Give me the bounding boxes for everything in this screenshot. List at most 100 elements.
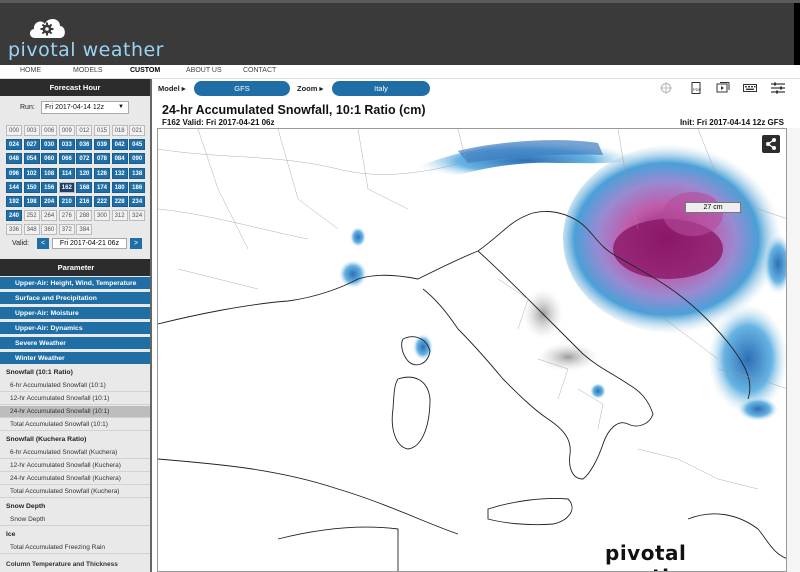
- hour-button[interactable]: 162: [58, 181, 75, 193]
- hour-button[interactable]: 015: [94, 125, 110, 136]
- parameter-item[interactable]: 6-hr Accumulated Snowfall (Kuchera): [0, 447, 150, 459]
- hour-button[interactable]: 384: [76, 224, 93, 236]
- parameter-category[interactable]: Upper-Air: Height, Wind, Temperature: [0, 277, 150, 290]
- hour-button[interactable]: 042: [111, 139, 128, 151]
- hour-button[interactable]: 264: [41, 210, 58, 222]
- keyboard-icon[interactable]: [743, 82, 757, 94]
- hour-button[interactable]: 006: [41, 125, 58, 136]
- parameter-item[interactable]: Total Accumulated Freezing Rain: [0, 542, 150, 554]
- hour-button[interactable]: 156: [41, 181, 58, 193]
- hour-button[interactable]: 084: [111, 153, 128, 165]
- hour-button[interactable]: 288: [76, 210, 93, 222]
- loop-animation-icon[interactable]: [716, 82, 730, 94]
- parameter-item[interactable]: 12-hr Accumulated Snowfall (10:1): [0, 393, 150, 405]
- hour-button[interactable]: 144: [6, 181, 22, 193]
- hour-button[interactable]: 186: [129, 181, 146, 193]
- hour-button[interactable]: 108: [41, 167, 58, 179]
- hour-button[interactable]: 150: [23, 181, 40, 193]
- parameter-item[interactable]: 6-hr Accumulated Snowfall (10:1): [0, 380, 150, 392]
- valid-row: Valid: < Fri 2017-04-21 06z >: [0, 237, 150, 251]
- nav-home[interactable]: HOME: [20, 67, 41, 74]
- hour-button[interactable]: 138: [129, 167, 146, 179]
- prev-hour-button[interactable]: <: [37, 238, 49, 249]
- zoom-label: Zoom ▸: [297, 84, 324, 93]
- hour-button[interactable]: 360: [41, 224, 58, 236]
- italy-snowfall-map: [158, 129, 786, 571]
- hour-button[interactable]: 120: [76, 167, 93, 179]
- hour-button[interactable]: 054: [23, 153, 40, 165]
- hour-button[interactable]: 024: [6, 139, 22, 151]
- settings-sliders-icon[interactable]: [771, 82, 785, 94]
- hour-button[interactable]: 066: [58, 153, 75, 165]
- brand-logo-text[interactable]: pivotal weather: [8, 39, 164, 61]
- hour-button[interactable]: 030: [41, 139, 58, 151]
- hour-button[interactable]: 132: [111, 167, 128, 179]
- hour-button[interactable]: 000: [6, 125, 22, 136]
- crosshair-icon[interactable]: [659, 82, 673, 94]
- parameter-item[interactable]: 24-hr Accumulated Snowfall (Kuchera): [0, 473, 150, 485]
- hour-button[interactable]: 009: [58, 125, 75, 136]
- hour-button[interactable]: 039: [94, 139, 110, 151]
- hour-button[interactable]: 003: [23, 125, 40, 136]
- hour-button[interactable]: 234: [129, 196, 146, 207]
- hour-button[interactable]: 048: [6, 153, 22, 165]
- hour-button[interactable]: 204: [41, 196, 58, 207]
- parameter-item[interactable]: Total Accumulated Snowfall (10:1): [0, 419, 150, 431]
- hour-button[interactable]: 252: [23, 210, 40, 222]
- hour-button[interactable]: 180: [111, 181, 128, 193]
- hour-button[interactable]: 300: [94, 210, 110, 222]
- hour-button[interactable]: 078: [94, 153, 110, 165]
- parameter-category[interactable]: Surface and Precipitation: [0, 292, 150, 305]
- hour-button[interactable]: 276: [58, 210, 75, 222]
- hour-button[interactable]: 348: [23, 224, 40, 236]
- parameter-item[interactable]: Total Accumulated Snowfall (Kuchera): [0, 486, 150, 498]
- hour-button[interactable]: 114: [58, 167, 75, 179]
- parameter-category[interactable]: Upper-Air: Moisture: [0, 307, 150, 320]
- hour-button[interactable]: 168: [76, 181, 93, 193]
- parameter-category[interactable]: Winter Weather: [0, 352, 150, 365]
- hour-button[interactable]: 240: [6, 210, 22, 222]
- next-hour-button[interactable]: >: [130, 238, 142, 249]
- share-button[interactable]: [762, 135, 780, 153]
- hour-button[interactable]: 228: [111, 196, 128, 207]
- parameter-item[interactable]: Snow Depth: [0, 514, 150, 526]
- nav-custom[interactable]: CUSTOM: [130, 67, 160, 74]
- zoom-select[interactable]: Italy: [332, 81, 430, 96]
- hour-button[interactable]: 036: [76, 139, 93, 151]
- hour-button[interactable]: 021: [129, 125, 146, 136]
- hour-button[interactable]: 192: [6, 196, 22, 207]
- hour-button[interactable]: 372: [58, 224, 75, 236]
- hour-button[interactable]: 174: [94, 181, 110, 193]
- nav-about-us[interactable]: ABOUT US: [186, 67, 222, 74]
- parameter-item[interactable]: 24-hr Accumulated Snowfall (10:1): [0, 406, 150, 418]
- valid-label: Valid:: [12, 240, 29, 247]
- hour-button[interactable]: 336: [6, 224, 22, 236]
- hour-button[interactable]: 216: [76, 196, 93, 207]
- hour-button[interactable]: 222: [94, 196, 110, 207]
- hour-button[interactable]: 090: [129, 153, 146, 165]
- hour-button[interactable]: 198: [23, 196, 40, 207]
- parameter-category[interactable]: Upper-Air: Dynamics: [0, 322, 150, 335]
- hour-button[interactable]: 012: [76, 125, 93, 136]
- model-select[interactable]: GFS: [194, 81, 290, 96]
- hour-button[interactable]: 312: [111, 210, 128, 222]
- hour-button[interactable]: 045: [129, 139, 146, 151]
- hour-button[interactable]: 018: [111, 125, 128, 136]
- hour-button[interactable]: 102: [23, 167, 40, 179]
- run-select[interactable]: Fri 2017-04-14 12z ▼: [41, 101, 129, 114]
- parameter-category[interactable]: Severe Weather: [0, 337, 150, 350]
- nav-models[interactable]: MODELS: [73, 67, 103, 74]
- hour-button[interactable]: 126: [94, 167, 110, 179]
- forecast-map[interactable]: 27 cm pivotal weather: [157, 128, 787, 572]
- pdf-document-icon[interactable]: PDF: [689, 82, 703, 94]
- hour-button[interactable]: 210: [58, 196, 75, 207]
- hour-button[interactable]: 033: [58, 139, 75, 151]
- hour-button[interactable]: 072: [76, 153, 93, 165]
- hour-button[interactable]: 096: [6, 167, 22, 179]
- nav-contact[interactable]: CONTACT: [243, 67, 276, 74]
- cloud-gear-logo-icon: [29, 18, 65, 38]
- hour-button[interactable]: 060: [41, 153, 58, 165]
- parameter-item[interactable]: 12-hr Accumulated Snowfall (Kuchera): [0, 460, 150, 472]
- hour-button[interactable]: 324: [129, 210, 146, 222]
- hour-button[interactable]: 027: [23, 139, 40, 151]
